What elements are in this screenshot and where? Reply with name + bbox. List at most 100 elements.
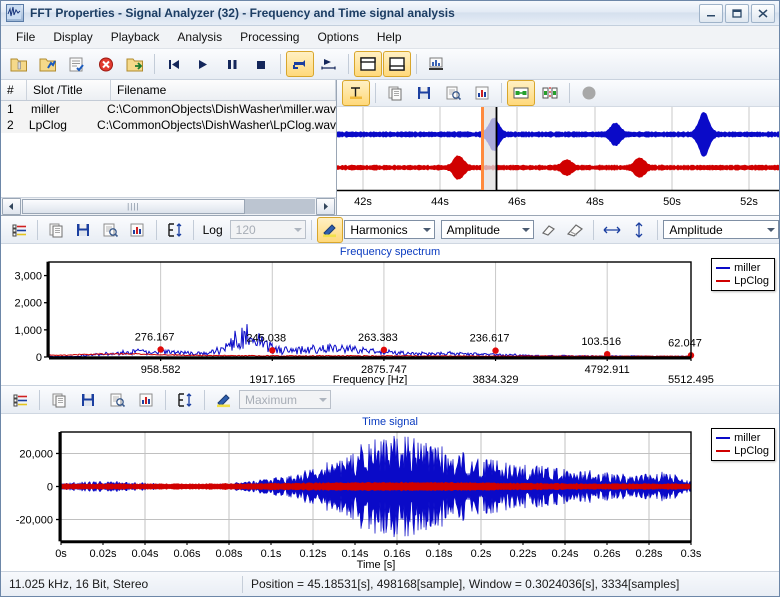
chart-button[interactable] [124, 217, 150, 243]
toolbar-separator [193, 220, 194, 240]
menu-item-processing[interactable]: Processing [231, 28, 308, 46]
show-time-panel-button[interactable] [383, 51, 411, 77]
window-title: FFT Properties - Signal Analyzer (32) - … [30, 6, 455, 20]
file-list-header: # Slot /Title Filename [1, 80, 336, 101]
svg-text:52s: 52s [740, 196, 758, 208]
open-file-button[interactable] [5, 51, 33, 77]
pause-button[interactable] [218, 51, 246, 77]
scrollbar-track[interactable]: |||| [22, 199, 315, 214]
svg-text:0.12s: 0.12s [300, 548, 327, 560]
waveform-display[interactable]: 42s44s46s48s50s52s [337, 107, 779, 215]
time-signal-svg: -20,000020,0000s0.02s0.04s0.06s0.08s0.1s… [1, 414, 779, 571]
menu-bar: File Display Playback Analysis Processin… [1, 26, 779, 49]
waveform-toolbar [337, 80, 779, 107]
svg-text:0.26s: 0.26s [594, 548, 621, 560]
marker-pen-button[interactable] [317, 217, 343, 243]
svg-text:0.02s: 0.02s [90, 548, 117, 560]
table-row[interactable]: 1 miller C:\CommonObjects\DishWasher\mil… [1, 101, 336, 117]
loop-button[interactable] [286, 51, 314, 77]
toolbar-separator [657, 220, 658, 240]
stop-button[interactable] [247, 51, 275, 77]
save-button[interactable] [410, 80, 438, 106]
column-header-slot-title[interactable]: Slot /Title [27, 80, 111, 100]
maximize-button[interactable] [725, 4, 749, 23]
svg-text:236.617: 236.617 [470, 333, 510, 345]
print-preview-button[interactable] [97, 217, 123, 243]
column-header-filename[interactable]: Filename [111, 80, 336, 100]
horizontal-measure-button[interactable] [599, 217, 625, 243]
toolbar-separator [501, 83, 502, 103]
split-channels-button[interactable] [536, 80, 564, 106]
menu-item-options[interactable]: Options [308, 28, 367, 46]
print-preview-button[interactable] [439, 80, 467, 106]
svg-text:276.167: 276.167 [135, 332, 175, 344]
file-properties-button[interactable] [63, 51, 91, 77]
legend-toggle-button[interactable] [6, 387, 34, 413]
copy-button[interactable] [43, 217, 69, 243]
remove-file-button[interactable] [92, 51, 120, 77]
table-row[interactable]: 2 LpClog C:\CommonObjects\DishWasher\LpC… [1, 117, 336, 133]
svg-text:42s: 42s [354, 196, 372, 208]
amplitude-combo[interactable]: Amplitude [441, 220, 534, 239]
legend-swatch-miller [716, 437, 730, 439]
chart-view-button[interactable] [422, 51, 450, 77]
export-file-button[interactable] [121, 51, 149, 77]
menu-item-playback[interactable]: Playback [102, 28, 169, 46]
amplitude2-combo[interactable]: Amplitude [663, 220, 779, 239]
toolbar-separator [593, 220, 594, 240]
axis-scale-button[interactable] [162, 217, 188, 243]
toolbar-separator [569, 83, 570, 103]
copy-button[interactable] [381, 80, 409, 106]
jump-to-marker-button[interactable] [315, 51, 343, 77]
harmonics-combo[interactable]: Harmonics [344, 220, 435, 239]
marker-pen-button[interactable] [210, 387, 238, 413]
record-button[interactable] [575, 80, 603, 106]
log-value-combo[interactable]: 120 [230, 220, 307, 239]
erase-marker-button[interactable] [535, 217, 561, 243]
spectrum-svg: 01,0002,0003,000276.167245.038263.383236… [1, 244, 779, 385]
erase-all-markers-button[interactable] [562, 217, 588, 243]
vertical-measure-button[interactable] [626, 217, 652, 243]
legend-label-lpclog: LpClog [734, 275, 769, 287]
time-mode-combo[interactable]: Maximum [239, 390, 331, 409]
save-button[interactable] [70, 217, 96, 243]
show-spectrum-panel-button[interactable] [354, 51, 382, 77]
sync-channels-button[interactable] [507, 80, 535, 106]
svg-text:0.06s: 0.06s [174, 548, 201, 560]
column-header-index[interactable]: # [1, 80, 27, 100]
svg-text:0.18s: 0.18s [426, 548, 453, 560]
title-bar: FFT Properties - Signal Analyzer (32) - … [1, 1, 779, 26]
menu-item-display[interactable]: Display [44, 28, 101, 46]
scroll-left-arrow-icon[interactable] [2, 198, 21, 215]
menu-item-analysis[interactable]: Analysis [168, 28, 231, 46]
waveform-panel: 42s44s46s48s50s52s [337, 80, 779, 216]
print-preview-button[interactable] [103, 387, 131, 413]
status-position: Position = 45.18531[s], 498168[sample], … [242, 576, 687, 593]
chart-button[interactable] [468, 80, 496, 106]
close-button[interactable] [751, 4, 775, 23]
copy-button[interactable] [45, 387, 73, 413]
svg-text:0: 0 [47, 482, 53, 494]
menu-item-file[interactable]: File [7, 28, 44, 46]
time-signal-chart[interactable]: -20,000020,0000s0.02s0.04s0.06s0.08s0.1s… [1, 414, 779, 571]
chart-button[interactable] [132, 387, 160, 413]
play-button[interactable] [189, 51, 217, 77]
file-list-scrollbar[interactable]: |||| [1, 197, 336, 215]
minimize-button[interactable] [699, 4, 723, 23]
scrollbar-thumb[interactable]: |||| [22, 199, 245, 214]
add-file-button[interactable] [34, 51, 62, 77]
legend-toggle-button[interactable] [6, 217, 32, 243]
svg-text:Time [s]: Time [s] [357, 559, 396, 571]
svg-text:0.1s: 0.1s [261, 548, 282, 560]
rewind-button[interactable] [160, 51, 188, 77]
save-button[interactable] [74, 387, 102, 413]
scroll-right-arrow-icon[interactable] [316, 198, 335, 215]
toolbar-separator [37, 220, 38, 240]
frequency-spectrum-chart[interactable]: 01,0002,0003,000276.167245.038263.383236… [1, 244, 779, 386]
menu-item-help[interactable]: Help [368, 28, 411, 46]
cursor-tool-button[interactable] [342, 80, 370, 106]
svg-text:48s: 48s [586, 196, 604, 208]
spectrum-toolbar: Log 120 Harmonics Amplitude [1, 216, 779, 244]
axis-scale-button[interactable] [171, 387, 199, 413]
toolbar-separator [204, 390, 205, 410]
